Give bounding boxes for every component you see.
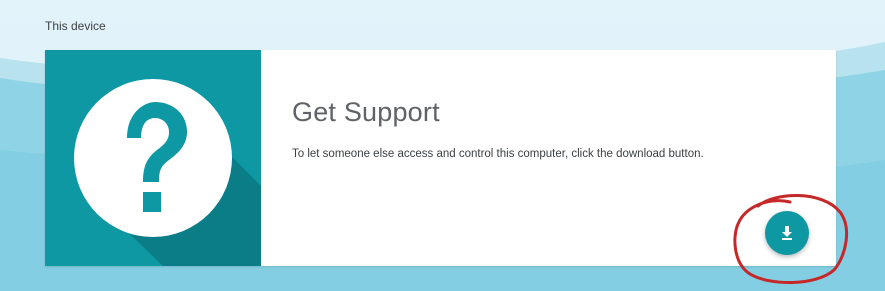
get-support-card: Get Support To let someone else access a… [45, 50, 836, 266]
card-title: Get Support [292, 97, 440, 127]
question-mark-icon [74, 79, 261, 266]
download-button[interactable] [765, 211, 809, 255]
download-icon [782, 226, 792, 240]
section-label: This device [45, 19, 106, 33]
card-description: To let someone else access and control t… [292, 148, 704, 160]
card-hero [45, 50, 261, 266]
